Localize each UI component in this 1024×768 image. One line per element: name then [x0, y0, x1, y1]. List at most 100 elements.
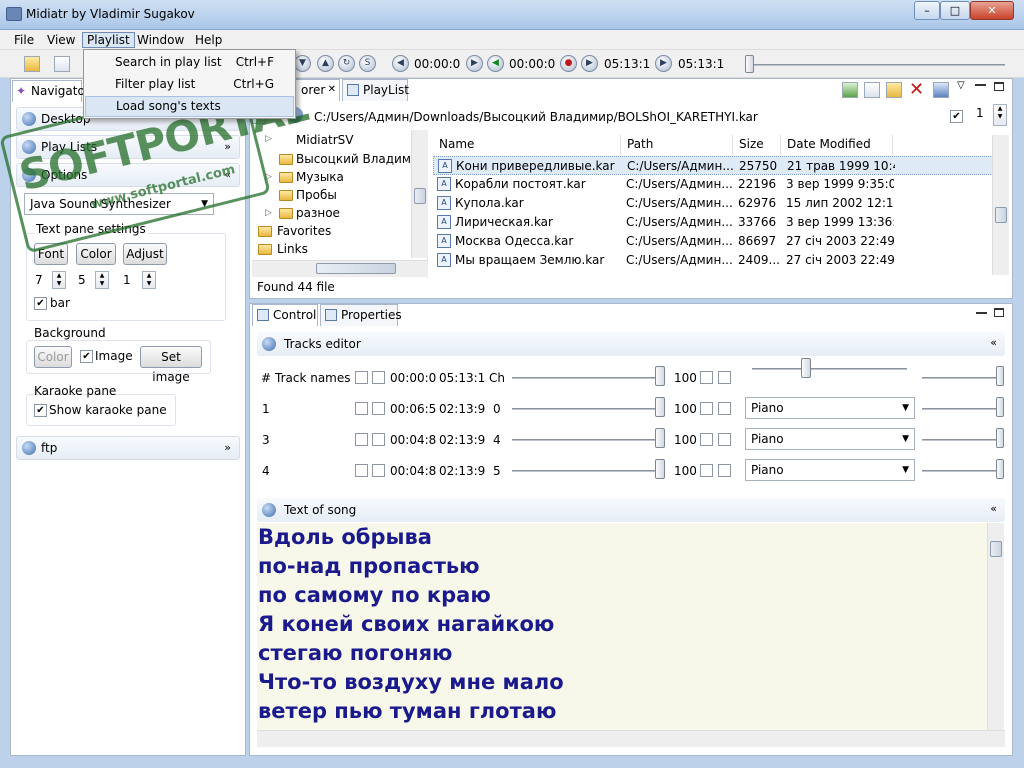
record-icon[interactable]: ●	[560, 55, 577, 72]
spacing-stepper[interactable]: ▲ ▼	[95, 271, 109, 289]
tab-playlist[interactable]: PlayList	[342, 79, 409, 101]
track-checkbox-1[interactable]	[700, 402, 713, 415]
menu-item-filter[interactable]: Filter play list Ctrl+G	[85, 74, 294, 95]
minimize-button[interactable]: –	[914, 1, 940, 20]
file-list-scroll-thumb[interactable]	[995, 207, 1007, 223]
track-checkbox-2[interactable]	[718, 464, 731, 477]
show-karaoke-checkbox[interactable]: ✔	[34, 404, 47, 417]
menu-view[interactable]: View	[43, 32, 79, 48]
close-button[interactable]: ✕	[970, 1, 1014, 20]
page-stepper[interactable]: ▲ ▼	[993, 104, 1007, 126]
menu-file[interactable]: File	[10, 32, 38, 48]
track-volume-knob[interactable]	[655, 428, 665, 448]
column-path[interactable]: Path	[621, 135, 733, 155]
help-icon[interactable]	[933, 82, 949, 98]
track-volume-knob[interactable]	[655, 459, 665, 479]
menu-window[interactable]: Window	[133, 32, 188, 48]
section-ftp[interactable]: ftp »	[16, 436, 240, 460]
track-extra-knob[interactable]	[996, 459, 1004, 479]
set-image-button[interactable]: Set image	[140, 346, 202, 384]
track-solo-checkbox[interactable]	[372, 371, 385, 384]
position-slider-knob[interactable]	[745, 55, 754, 73]
table-row[interactable]: A Мы вращаем Землю.kar C:/Users/Админ...…	[433, 251, 993, 270]
tab-control[interactable]: Control	[252, 304, 318, 326]
instrument-select[interactable]: Piano ▼	[745, 428, 915, 450]
track-mute-checkbox[interactable]	[355, 433, 368, 446]
offset-stepper[interactable]: ▲ ▼	[142, 271, 156, 289]
collapse-tracks-icon[interactable]: «	[990, 336, 997, 349]
lyrics-scroll-thumb[interactable]	[990, 541, 1002, 557]
column-name[interactable]: Name	[433, 135, 621, 155]
font-size-stepper[interactable]: ▲ ▼	[52, 271, 66, 289]
tree-item-vysotsky[interactable]: Высоцкий Владимир	[296, 152, 426, 166]
table-row[interactable]: A Корабли постоят.kar C:/Users/Админ... …	[433, 175, 993, 194]
table-row[interactable]: A Купола.kar C:/Users/Админ... 62976 15 …	[433, 194, 993, 213]
track-extra-knob[interactable]	[996, 397, 1004, 417]
tree-scroll-thumb[interactable]	[414, 188, 426, 204]
eject-icon[interactable]: ▲	[317, 55, 334, 72]
collapse-text-icon[interactable]: «	[990, 502, 997, 515]
add-icon[interactable]	[842, 82, 858, 98]
column-size[interactable]: Size	[733, 135, 781, 155]
close-tab-icon[interactable]: ✕	[328, 80, 336, 100]
master-extra-knob[interactable]	[996, 366, 1004, 386]
menu-help[interactable]: Help	[191, 32, 226, 48]
open-folder-icon[interactable]	[24, 56, 40, 72]
track-solo-checkbox[interactable]	[372, 464, 385, 477]
tab-properties[interactable]: Properties	[320, 304, 402, 326]
track-extra-knob[interactable]	[996, 428, 1004, 448]
tree-vertical-scrollbar[interactable]	[411, 130, 428, 258]
table-row[interactable]: A Москва Одесса.kar C:/Users/Админ... 86…	[433, 232, 993, 251]
instrument-select[interactable]: Piano ▼	[745, 459, 915, 481]
table-row[interactable]: A Кони привередливые.kar C:/Users/Админ.…	[433, 156, 993, 175]
track-solo-checkbox[interactable]	[372, 433, 385, 446]
copy-icon[interactable]	[864, 82, 880, 98]
end-icon[interactable]: ▶	[655, 55, 672, 72]
master-checkbox-2[interactable]	[718, 371, 731, 384]
lyrics-scrollbar[interactable]	[987, 523, 1004, 730]
maximize-control-icon[interactable]	[994, 308, 1004, 317]
instrument-select[interactable]: Piano ▼	[745, 397, 915, 419]
track-checkbox-2[interactable]	[718, 433, 731, 446]
tracks-editor-header[interactable]: Tracks editor «	[257, 332, 1005, 356]
track-solo-checkbox[interactable]	[372, 402, 385, 415]
track-mute-checkbox[interactable]	[355, 371, 368, 384]
menu-item-load-texts[interactable]: Load song's texts	[85, 96, 294, 117]
track-mute-checkbox[interactable]	[355, 464, 368, 477]
minimize-control-icon[interactable]	[976, 312, 987, 315]
sync-icon[interactable]: S	[359, 55, 376, 72]
image-checkbox[interactable]: ✔	[80, 350, 93, 363]
menu-item-search[interactable]: Search in play list Ctrl+F	[85, 52, 294, 73]
track-volume-knob[interactable]	[655, 397, 665, 417]
step-back-icon[interactable]: ▶	[466, 55, 483, 72]
track-checkbox-2[interactable]	[718, 402, 731, 415]
column-date[interactable]: Date Modified	[781, 135, 893, 155]
master-pan-knob[interactable]	[801, 358, 811, 378]
bar-checkbox[interactable]: ✔	[34, 297, 47, 310]
delete-icon[interactable]: ✕	[909, 79, 924, 100]
track-checkbox-1[interactable]	[700, 464, 713, 477]
path-checkbox[interactable]: ✔	[950, 110, 963, 123]
background-color-button[interactable]: Color	[34, 346, 72, 368]
tree-item-misc[interactable]: разное	[296, 206, 340, 220]
menu-playlist[interactable]: Playlist	[82, 32, 135, 48]
rewind-icon[interactable]: ◀	[392, 55, 409, 72]
play-icon[interactable]: ◀	[487, 55, 504, 72]
tree-item-links[interactable]: Links	[277, 242, 308, 256]
tree-item-midiatrsv[interactable]: MidiatrSV	[296, 133, 353, 147]
track-checkbox-1[interactable]	[700, 433, 713, 446]
prev-icon[interactable]: ▼	[294, 55, 311, 72]
minimize-pane-icon[interactable]	[975, 84, 986, 87]
maximize-pane-icon[interactable]	[994, 82, 1004, 91]
maximize-button[interactable]: □	[940, 1, 970, 20]
tree-item-tests[interactable]: Пробы	[296, 188, 337, 202]
adjust-button[interactable]: Adjust	[123, 243, 167, 265]
tree-arrow-icon[interactable]: ▷	[265, 208, 272, 218]
color-button[interactable]: Color	[76, 243, 116, 265]
forward-icon[interactable]: ▶	[581, 55, 598, 72]
tree-horizontal-scrollbar[interactable]	[252, 260, 428, 277]
folder-open-icon[interactable]	[886, 82, 902, 98]
tree-hscroll-thumb[interactable]	[316, 263, 396, 274]
lyrics-hscrollbar[interactable]	[257, 730, 1005, 747]
new-file-icon[interactable]	[54, 56, 70, 72]
